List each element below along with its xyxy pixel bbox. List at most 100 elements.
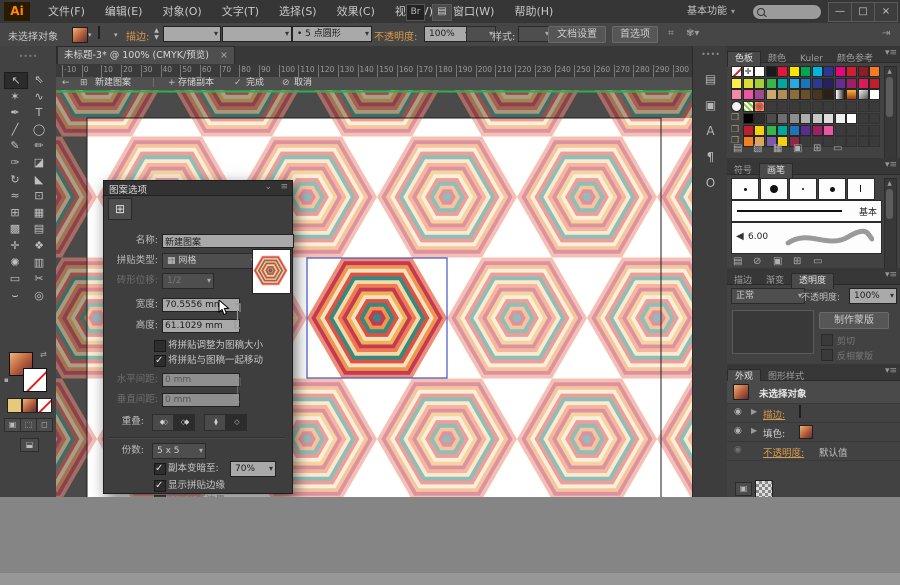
transparency-tab-0[interactable]: 描边 bbox=[727, 274, 759, 289]
swatch-1-11[interactable] bbox=[858, 78, 869, 89]
width-profile-dropdown[interactable] bbox=[222, 26, 292, 42]
menu-item-7[interactable]: 窗口(W) bbox=[443, 0, 504, 23]
swatch-0-10[interactable] bbox=[846, 66, 857, 77]
new-swatch-icon[interactable]: ⊞ bbox=[813, 143, 821, 154]
scale-tool[interactable]: ◣ bbox=[28, 172, 50, 187]
draw-normal-button[interactable]: ▣ bbox=[4, 418, 21, 432]
done-button[interactable]: 完成 bbox=[246, 77, 264, 90]
close-document-icon[interactable]: × bbox=[220, 50, 228, 61]
stroke-dropdown-icon[interactable]: ▾ bbox=[114, 31, 118, 39]
stroke-color-well[interactable] bbox=[23, 368, 47, 392]
swatch-2-1[interactable] bbox=[743, 89, 754, 100]
swatch-2-9[interactable] bbox=[835, 89, 846, 100]
pattern-name-input[interactable] bbox=[162, 234, 294, 248]
style-dropdown[interactable] bbox=[518, 26, 552, 42]
swatch-1-8[interactable] bbox=[823, 78, 834, 89]
minimize-button[interactable]: — bbox=[828, 2, 852, 22]
default-fill-stroke-icon[interactable]: ▪ bbox=[4, 376, 9, 384]
swatch-2-4[interactable] bbox=[777, 89, 788, 100]
stroke-row[interactable]: ◉ ▶ 描边: bbox=[727, 403, 900, 423]
swatch-2-2[interactable] bbox=[754, 89, 765, 100]
pattern-options-dialog[interactable]: 图案选项 ⌄ ≡ ⊞ 名称: 拼贴类型: ▦ 网格 砖形位移: 1/2 宽度: … bbox=[103, 180, 293, 494]
transparency-tab-2[interactable]: 透明度 bbox=[791, 273, 834, 289]
stroke-panel-link[interactable]: 描边: bbox=[126, 28, 149, 43]
appearance-selection-row[interactable]: 未选择对象 bbox=[727, 381, 900, 404]
line-segment-tool[interactable]: ╱ bbox=[4, 122, 26, 137]
artboards-panel-icon[interactable]: ▣ bbox=[693, 98, 728, 112]
scrollbar-thumb[interactable] bbox=[886, 77, 893, 117]
visibility-eye-icon[interactable]: ◉ bbox=[734, 445, 742, 455]
scrollbar-thumb[interactable] bbox=[886, 189, 893, 219]
width-tool[interactable]: ≈ bbox=[4, 188, 26, 203]
delete-brush-icon[interactable]: ▭ bbox=[813, 256, 822, 267]
menu-item-3[interactable]: 文字(T) bbox=[212, 0, 269, 23]
mesh-tool[interactable]: ▩ bbox=[4, 221, 26, 236]
brush-definition-dropdown[interactable]: • 5 点圆形 bbox=[292, 26, 372, 42]
make-mask-button[interactable]: 制作蒙版 bbox=[819, 312, 889, 329]
column-graph-tool[interactable]: ▥ bbox=[28, 255, 50, 270]
opacity-panel-link[interactable]: 不透明度: bbox=[374, 28, 417, 43]
swatch-4-6[interactable] bbox=[800, 113, 811, 124]
menu-item-1[interactable]: 编辑(E) bbox=[95, 0, 153, 23]
hand-tool[interactable]: ⌣ bbox=[4, 288, 26, 303]
blob-brush-tool[interactable]: ✑ bbox=[4, 155, 26, 170]
swatch-1-4[interactable] bbox=[777, 78, 788, 89]
cancel-button[interactable]: 取消 bbox=[294, 77, 312, 90]
swatch-2-5[interactable] bbox=[789, 89, 800, 100]
search-box[interactable] bbox=[752, 4, 822, 20]
free-transform-tool[interactable]: ⊡ bbox=[28, 188, 50, 203]
scroll-up-icon[interactable]: ▲ bbox=[885, 68, 894, 75]
type-tool[interactable]: T bbox=[28, 105, 50, 120]
brush-cell-3[interactable] bbox=[818, 178, 846, 200]
swatches-scrollbar[interactable]: ▲ ▼ bbox=[884, 66, 897, 170]
stroke-weight-stepper[interactable]: ▲▼ bbox=[152, 27, 161, 41]
dim-copies-dropdown[interactable]: 70% bbox=[230, 461, 276, 477]
workspace-switcher[interactable]: 基本功能 bbox=[683, 4, 739, 19]
panel-menu-icon[interactable]: ▾≡ bbox=[885, 160, 897, 170]
toolbar-grip[interactable]: •••• bbox=[0, 52, 56, 61]
swatch-1-10[interactable] bbox=[846, 78, 857, 89]
paintbrush-tool[interactable]: ✎ bbox=[4, 138, 26, 153]
show-kinds-icon[interactable]: ▦ bbox=[773, 143, 782, 154]
fill-dropdown-icon[interactable]: ▾ bbox=[88, 31, 92, 39]
lasso-tool[interactable]: ∿ bbox=[28, 89, 50, 104]
isolate-icon[interactable]: ✾▾ bbox=[686, 28, 699, 39]
swatch-4-7[interactable] bbox=[812, 113, 823, 124]
swatch-2-12[interactable] bbox=[869, 89, 880, 100]
brush-cell-0[interactable] bbox=[731, 178, 759, 200]
swatch-5-3[interactable] bbox=[766, 125, 777, 136]
swatch-5-6[interactable] bbox=[800, 125, 811, 136]
overlap-top-in-front-button[interactable]: ⧫ bbox=[204, 414, 226, 431]
overlap-bottom-in-front-button[interactable]: ◇ bbox=[225, 414, 247, 431]
swatch-2-3[interactable] bbox=[766, 89, 777, 100]
opentype-panel-icon[interactable]: O bbox=[693, 176, 728, 190]
menu-item-4[interactable]: 选择(S) bbox=[269, 0, 327, 23]
maintain-proportions-chain-icon[interactable] bbox=[232, 300, 244, 330]
ellipse-tool[interactable]: ◯ bbox=[28, 122, 50, 137]
swatch-5-1[interactable] bbox=[743, 125, 754, 136]
scroll-up-icon[interactable]: ▲ bbox=[885, 180, 894, 187]
rotate-tool[interactable]: ↻ bbox=[4, 172, 26, 187]
overlap-left-in-front-button[interactable]: ◆◇ bbox=[152, 414, 174, 431]
gradient-mode-button[interactable] bbox=[22, 398, 37, 413]
blend-mode-dropdown[interactable]: 正常 bbox=[731, 288, 805, 304]
panel-menu-icon[interactable]: ▾≡ bbox=[885, 366, 897, 376]
collapse-panel-icon[interactable]: ⌄ bbox=[264, 182, 272, 192]
new-stroke-icon[interactable]: ▣ bbox=[735, 482, 752, 496]
opacity-dropdown[interactable]: 100% bbox=[424, 26, 472, 42]
transparency-tab-1[interactable]: 渐变 bbox=[759, 274, 791, 289]
cancel-circle-icon[interactable]: ⊘ bbox=[282, 77, 290, 90]
swatch-3-2[interactable] bbox=[754, 101, 765, 112]
menu-item-0[interactable]: 文件(F) bbox=[38, 0, 95, 23]
swap-fill-stroke-icon[interactable]: ⇄ bbox=[40, 350, 47, 359]
stroke-row-swatch[interactable] bbox=[799, 405, 801, 418]
swatch-0-11[interactable] bbox=[858, 66, 869, 77]
dialog-title-bar[interactable]: 图案选项 ⌄ ≡ bbox=[104, 181, 292, 196]
shape-builder-tool[interactable]: ⊞ bbox=[4, 205, 26, 220]
swatch-4-2[interactable] bbox=[754, 113, 765, 124]
swatch-4-10[interactable] bbox=[846, 113, 857, 124]
brushes-tab-0[interactable]: 符号 bbox=[727, 164, 759, 179]
size-tile-to-art-checkbox[interactable] bbox=[154, 340, 166, 352]
zoom-tool[interactable]: ◎ bbox=[28, 288, 50, 303]
swatch-1-5[interactable] bbox=[789, 78, 800, 89]
